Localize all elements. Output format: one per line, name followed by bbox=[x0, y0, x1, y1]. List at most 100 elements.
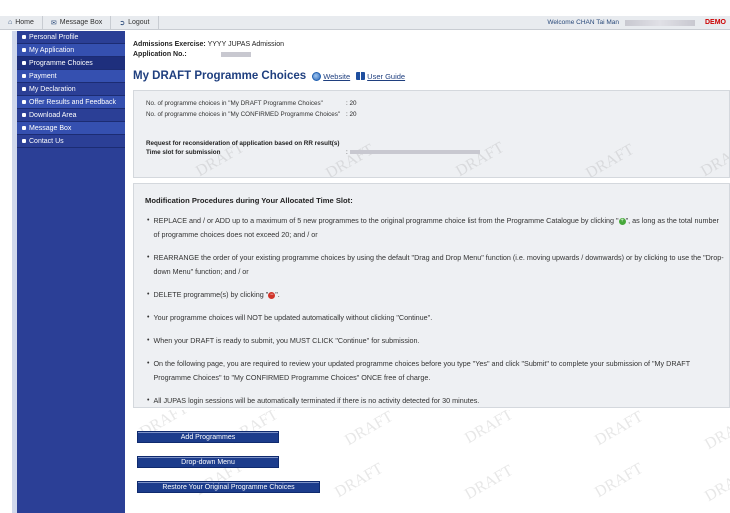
sidebar-item-my-declaration[interactable]: My Declaration bbox=[17, 83, 125, 96]
page-title-text: My DRAFT Programme Choices bbox=[133, 70, 307, 82]
sidebar-item-my-application[interactable]: My Application bbox=[17, 44, 125, 57]
bullet-dot: • bbox=[147, 217, 150, 224]
sidebar-item-offer-results[interactable]: Offer Results and Feedback bbox=[17, 96, 125, 109]
sidebar-item-label: Contact Us bbox=[29, 137, 64, 145]
procedure-text-b: ". bbox=[275, 290, 280, 299]
procedure-text: When your DRAFT is ready to submit, you … bbox=[153, 336, 420, 345]
procedure-text: All JUPAS login sessions will be automat… bbox=[153, 396, 480, 405]
bullet-icon bbox=[22, 35, 26, 39]
timeslot-value: : bbox=[346, 149, 480, 156]
sidebar-item-payment[interactable]: Payment bbox=[17, 70, 125, 83]
sidebar: Personal Profile My Application Programm… bbox=[17, 31, 125, 513]
home-icon: ⌂ bbox=[8, 19, 13, 26]
draft-watermark: DRAFT bbox=[702, 412, 730, 454]
restore-choices-button[interactable]: Restore Your Original Programme Choices bbox=[137, 481, 320, 493]
draft-watermark: DRAFT bbox=[698, 139, 730, 178]
book-icon bbox=[356, 72, 366, 80]
draft-count-value: : 20 bbox=[346, 100, 357, 107]
procedure-text: Your programme choices will NOT be updat… bbox=[153, 313, 433, 322]
draft-watermark: DRAFT bbox=[592, 460, 646, 502]
draft-count-label: No. of programme choices in "My DRAFT Pr… bbox=[146, 100, 323, 107]
main-header: Admissions Exercise: YYYY JUPAS Admissio… bbox=[133, 40, 730, 82]
draft-watermark: DRAFT bbox=[462, 462, 516, 504]
draft-watermark: DRAFT bbox=[583, 141, 637, 178]
procedure-item: • REPLACE and / or ADD up to a maximum of… bbox=[147, 214, 725, 242]
procedure-item: • REARRANGE the order of your existing pr… bbox=[147, 251, 725, 279]
sidebar-item-label: Download Area bbox=[29, 111, 77, 119]
globe-icon bbox=[312, 71, 322, 81]
sidebar-item-label: My Application bbox=[29, 46, 75, 54]
sidebar-item-programme-choices[interactable]: Programme Choices bbox=[17, 57, 125, 70]
user-guide-link-label: User Guide bbox=[367, 71, 406, 81]
confirmed-count-label: No. of programme choices in "My CONFIRME… bbox=[146, 111, 341, 118]
nav-message-box-label: Message Box bbox=[59, 19, 103, 26]
app-no-label: Application No.: bbox=[133, 51, 187, 58]
procedure-text: DELETE programme(s) by clicking " − ". bbox=[153, 288, 279, 302]
procedure-text-a: REPLACE and / or ADD up to a maximum of … bbox=[153, 216, 619, 225]
confirmed-count-value: : 20 bbox=[346, 111, 357, 118]
exercise-value: YYYY JUPAS Admission bbox=[207, 41, 284, 48]
sidebar-item-label: Message Box bbox=[29, 124, 72, 132]
sidebar-item-download-area[interactable]: Download Area bbox=[17, 109, 125, 122]
bullet-icon bbox=[22, 113, 26, 117]
user-guide-link[interactable]: User Guide bbox=[356, 72, 405, 81]
sidebar-item-label: Programme Choices bbox=[29, 59, 93, 67]
sidebar-item-label: Offer Results and Feedback bbox=[29, 98, 117, 106]
redacted-app-no bbox=[221, 51, 251, 57]
actions-area: DRAFT DRAFT DRAFT DRAFT DRAFT DRAFT DRAF… bbox=[133, 410, 730, 513]
procedure-item: • When your DRAFT is ready to submit, you… bbox=[147, 334, 725, 348]
bullet-dot: • bbox=[147, 254, 150, 261]
bullet-icon bbox=[22, 74, 26, 78]
welcome-text: Welcome CHAN Tai Man bbox=[547, 19, 619, 26]
timeslot-colon: : bbox=[346, 149, 348, 156]
bullet-icon bbox=[22, 61, 26, 65]
nav-logout[interactable]: ➲ Logout bbox=[111, 16, 159, 29]
draft-watermark: DRAFT bbox=[453, 139, 507, 178]
procedures-heading: Modification Procedures during Your Allo… bbox=[145, 196, 353, 205]
add-programmes-button[interactable]: Add Programmes bbox=[137, 431, 279, 443]
nav-home[interactable]: ⌂ Home bbox=[0, 16, 43, 29]
bullet-icon bbox=[22, 139, 26, 143]
procedure-item: • On the following page, you are required… bbox=[147, 357, 725, 385]
draft-watermark: DRAFT bbox=[592, 410, 646, 450]
website-link[interactable]: Website bbox=[312, 71, 351, 81]
sidebar-item-label: My Declaration bbox=[29, 85, 76, 93]
sidebar-item-label: Payment bbox=[29, 72, 57, 80]
bullet-icon bbox=[22, 87, 26, 91]
procedures-box: Modification Procedures during Your Allo… bbox=[133, 183, 730, 408]
logout-icon: ➲ bbox=[119, 19, 126, 27]
user-area: Welcome CHAN Tai Man DEMO bbox=[541, 16, 730, 29]
procedure-text: REARRANGE the order of your existing pro… bbox=[153, 253, 724, 276]
reconsideration-label: Request for reconsideration of applicati… bbox=[146, 140, 340, 147]
bullet-icon bbox=[22, 48, 26, 52]
sidebar-item-contact-us[interactable]: Contact Us bbox=[17, 135, 125, 148]
sidebar-item-message-box[interactable]: Message Box bbox=[17, 122, 125, 135]
demo-badge: DEMO bbox=[705, 19, 726, 26]
plus-icon: + bbox=[618, 217, 626, 225]
procedure-item: • Your programme choices will NOT be upda… bbox=[147, 311, 725, 325]
bullet-dot: • bbox=[147, 314, 150, 321]
nav-home-label: Home bbox=[15, 19, 34, 26]
page-title: My DRAFT Programme Choices Website User … bbox=[133, 70, 730, 82]
redacted-user-info bbox=[625, 19, 695, 26]
draft-watermark: DRAFT bbox=[342, 410, 396, 450]
draft-watermark: DRAFT bbox=[332, 460, 386, 502]
top-nav-bar: ⌂ Home ✉ Message Box ➲ Logout Welcome CH… bbox=[0, 16, 730, 30]
sidebar-item-personal-profile[interactable]: Personal Profile bbox=[17, 31, 125, 44]
procedure-text: On the following page, you are required … bbox=[153, 359, 690, 382]
procedures-list: • REPLACE and / or ADD up to a maximum of… bbox=[147, 214, 725, 407]
nav-message-box[interactable]: ✉ Message Box bbox=[43, 16, 112, 29]
nav-logout-label: Logout bbox=[128, 19, 150, 26]
admission-meta: Admissions Exercise: YYYY JUPAS Admissio… bbox=[133, 40, 730, 60]
draft-watermark: DRAFT bbox=[462, 410, 516, 448]
envelope-icon: ✉ bbox=[50, 19, 57, 27]
bullet-dot: • bbox=[147, 337, 150, 344]
bullet-icon bbox=[22, 100, 26, 104]
procedure-item: • All JUPAS login sessions will be automa… bbox=[147, 394, 725, 407]
procedure-text-a: DELETE programme(s) by clicking " bbox=[153, 290, 269, 299]
redacted-timeslot bbox=[349, 150, 480, 155]
top-nav: ⌂ Home ✉ Message Box ➲ Logout bbox=[0, 16, 159, 29]
dropdown-menu-button[interactable]: Drop-down Menu bbox=[137, 456, 279, 468]
website-link-label: Website bbox=[323, 71, 351, 81]
draft-watermark: DRAFT bbox=[702, 464, 730, 506]
